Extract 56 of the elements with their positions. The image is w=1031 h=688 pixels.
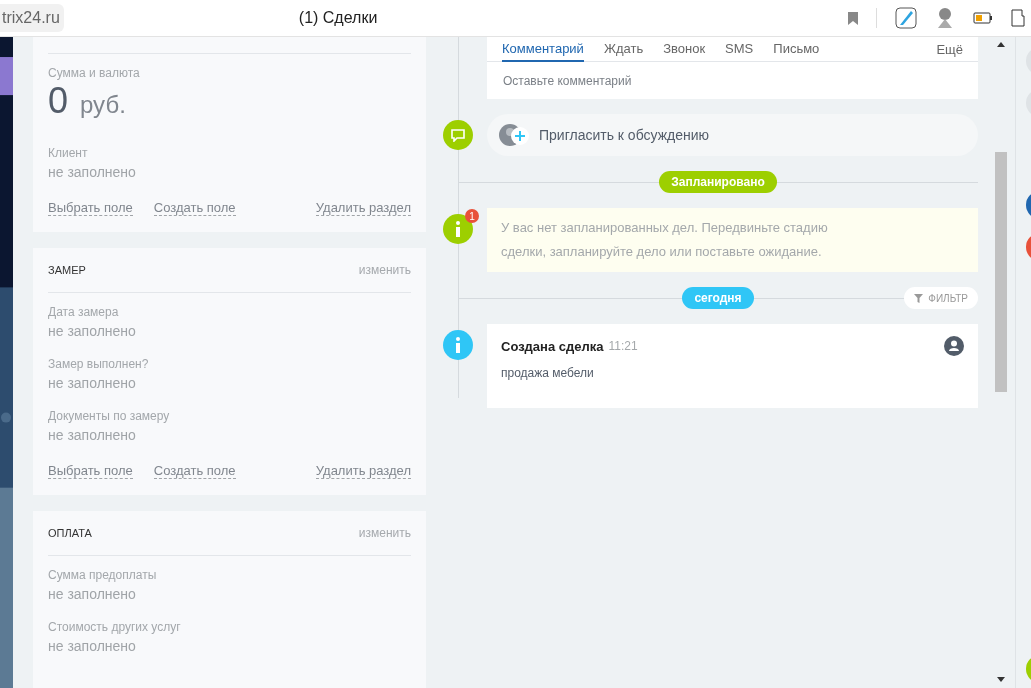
field-value: не заполнено — [48, 164, 136, 180]
comment-icon — [451, 128, 465, 142]
bookmark-icon[interactable] — [848, 11, 858, 25]
edit-link[interactable]: изменить — [358, 263, 411, 277]
today-badge: сегодня — [682, 287, 754, 309]
amount-value: 0 — [48, 80, 69, 122]
field-label: Дата замера — [48, 305, 119, 319]
event-text: продажа мебели — [501, 366, 595, 380]
edit-link[interactable]: изменить — [358, 526, 411, 540]
event-time: 11:21 — [608, 339, 638, 353]
editor-tab[interactable]: SMS — [725, 36, 754, 62]
field-value: не заполнено — [48, 638, 136, 654]
field-value: не заполнено — [48, 323, 136, 339]
field-label: Сумма предоплаты — [48, 568, 157, 582]
more-tab[interactable]: Ещё — [936, 41, 963, 57]
field-value: не заполнено — [48, 375, 136, 391]
scroll-up-icon[interactable] — [997, 42, 1005, 47]
filter-icon — [914, 293, 924, 303]
field-value: не заполнено — [48, 427, 136, 443]
field-label: Сумма и валюта — [48, 66, 140, 80]
section-action-link[interactable]: Удалить раздел — [315, 200, 411, 216]
field-label: Замер выполнен? — [48, 357, 149, 371]
currency-unit: руб. — [80, 91, 126, 119]
notice-text: У вас нет запланированных дел. Передвиньте стадию сделки, запланируйте дело или поставьте ожидание. — [487, 208, 978, 272]
scroll-down-icon[interactable] — [997, 677, 1005, 682]
page-title: (1) Сделки — [298, 9, 378, 27]
extension-icon[interactable] — [935, 7, 955, 29]
info-icon — [455, 221, 461, 237]
section-action-link[interactable]: Создать поле — [153, 200, 236, 216]
extension-icon[interactable] — [895, 7, 917, 29]
field-label: Документы по замеру — [48, 409, 170, 423]
planned-badge: Запланировано — [659, 171, 777, 193]
section-action-link[interactable]: Удалить раздел — [315, 463, 411, 479]
editor-tab[interactable]: Звонок — [663, 36, 706, 62]
editor-tab[interactable]: Письмо — [773, 36, 820, 62]
add-user-icon — [499, 123, 529, 147]
battery-icon[interactable] — [973, 12, 993, 24]
scroll-thumb[interactable] — [995, 152, 1007, 392]
section-action-link[interactable]: Создать поле — [153, 463, 236, 479]
info-icon — [455, 337, 461, 353]
section-action-link[interactable]: Выбрать поле — [48, 463, 133, 479]
comment-field[interactable]: Оставьте комментарий — [487, 62, 978, 99]
invite-button[interactable]: Пригласить к обсуждению — [487, 114, 978, 156]
address-field[interactable]: trix24.ru — [0, 4, 64, 32]
editor-tab[interactable]: Ждать — [603, 36, 644, 62]
event-title: Создана сделка — [501, 338, 604, 354]
counter-badge: 1 — [465, 209, 479, 223]
section-action-link[interactable]: Выбрать поле — [48, 200, 133, 216]
section-title: ОПЛАТА — [48, 527, 92, 539]
field-value: не заполнено — [48, 586, 136, 602]
extension-icon[interactable] — [1011, 8, 1025, 28]
field-label: Стоимость других услуг — [48, 620, 181, 634]
field-label: Клиент — [48, 146, 88, 160]
user-icon — [944, 336, 964, 356]
section-title: ЗАМЕР — [48, 264, 86, 276]
filter-button[interactable]: ФИЛЬТР — [904, 287, 978, 309]
